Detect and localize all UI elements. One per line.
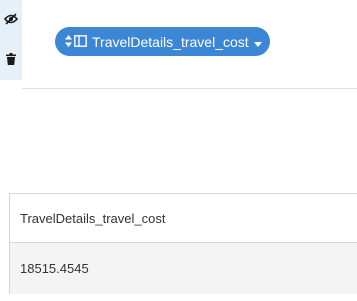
column-layout-icon[interactable] <box>74 34 87 50</box>
table-cell: 18515.4545 <box>10 243 357 294</box>
sort-arrows-icon[interactable] <box>65 34 72 50</box>
trash-icon[interactable] <box>3 51 19 67</box>
divider <box>22 88 357 89</box>
eye-slash-icon[interactable] <box>3 11 19 27</box>
field-pill-label: TravelDetails_travel_cost <box>92 33 249 50</box>
table-header-cell[interactable]: TravelDetails_travel_cost <box>10 194 357 243</box>
left-toolbar <box>0 0 22 80</box>
field-pill-travel-cost[interactable]: TravelDetails_travel_cost <box>55 27 270 56</box>
caret-down-icon[interactable] <box>253 34 262 50</box>
data-table: TravelDetails_travel_cost 18515.4545 <box>9 193 357 294</box>
